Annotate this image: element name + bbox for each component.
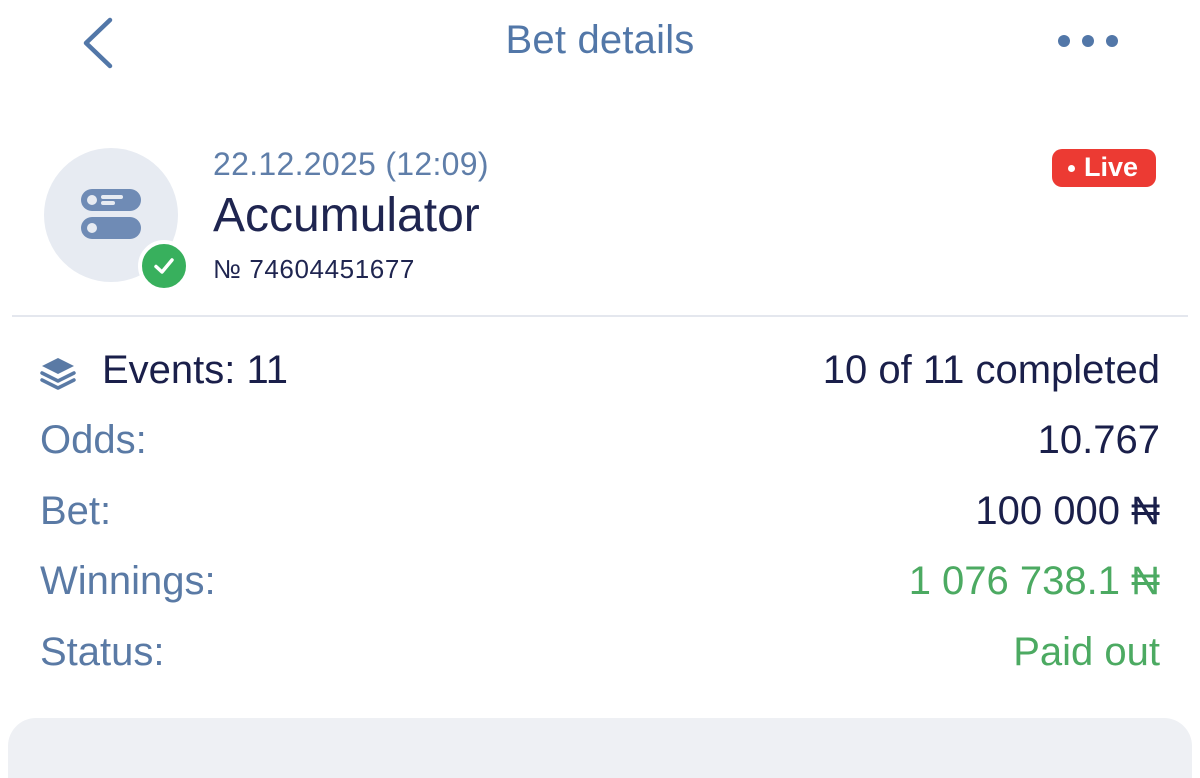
check-circle-icon	[154, 258, 174, 274]
bet-amount-label: Bet:	[40, 489, 112, 533]
bet-amount-value: 100 000 ₦	[975, 489, 1160, 533]
live-badge-label: Live	[1084, 152, 1139, 182]
layers-icon	[40, 358, 76, 390]
events-completed-value: 10 of 11 completed	[822, 348, 1160, 392]
bet-number: № 74604451677	[213, 254, 415, 284]
odds-row: Odds: 10.767	[0, 418, 1200, 468]
status-label: Status:	[40, 630, 165, 674]
more-horizontal-icon	[1058, 35, 1118, 47]
bottom-card	[8, 718, 1192, 778]
status-row: Status: Paid out	[0, 630, 1200, 680]
top-bar: Bet details	[0, 0, 1200, 90]
page-title: Bet details	[505, 18, 695, 62]
winnings-label: Winnings:	[40, 559, 216, 603]
live-badge: Live	[1052, 149, 1156, 187]
events-label: Events: 11	[102, 348, 289, 392]
bet-amount-row: Bet: 100 000 ₦	[0, 489, 1200, 539]
odds-value: 10.767	[1037, 418, 1160, 462]
events-row[interactable]: Events: 11 10 of 11 completed	[0, 348, 1200, 398]
accumulator-icon	[81, 189, 141, 239]
bet-date: 22.12.2025 (12:09)	[213, 146, 489, 182]
winnings-row: Winnings: 1 076 738.1 ₦	[0, 559, 1200, 609]
divider	[12, 315, 1188, 317]
more-options-button[interactable]	[1052, 28, 1124, 54]
status-check-badge	[138, 240, 190, 292]
status-value: Paid out	[1013, 630, 1160, 674]
winnings-value: 1 076 738.1 ₦	[908, 559, 1160, 603]
odds-label: Odds:	[40, 418, 147, 462]
live-dot-icon	[1068, 165, 1075, 172]
bet-type-title: Accumulator	[213, 189, 480, 242]
